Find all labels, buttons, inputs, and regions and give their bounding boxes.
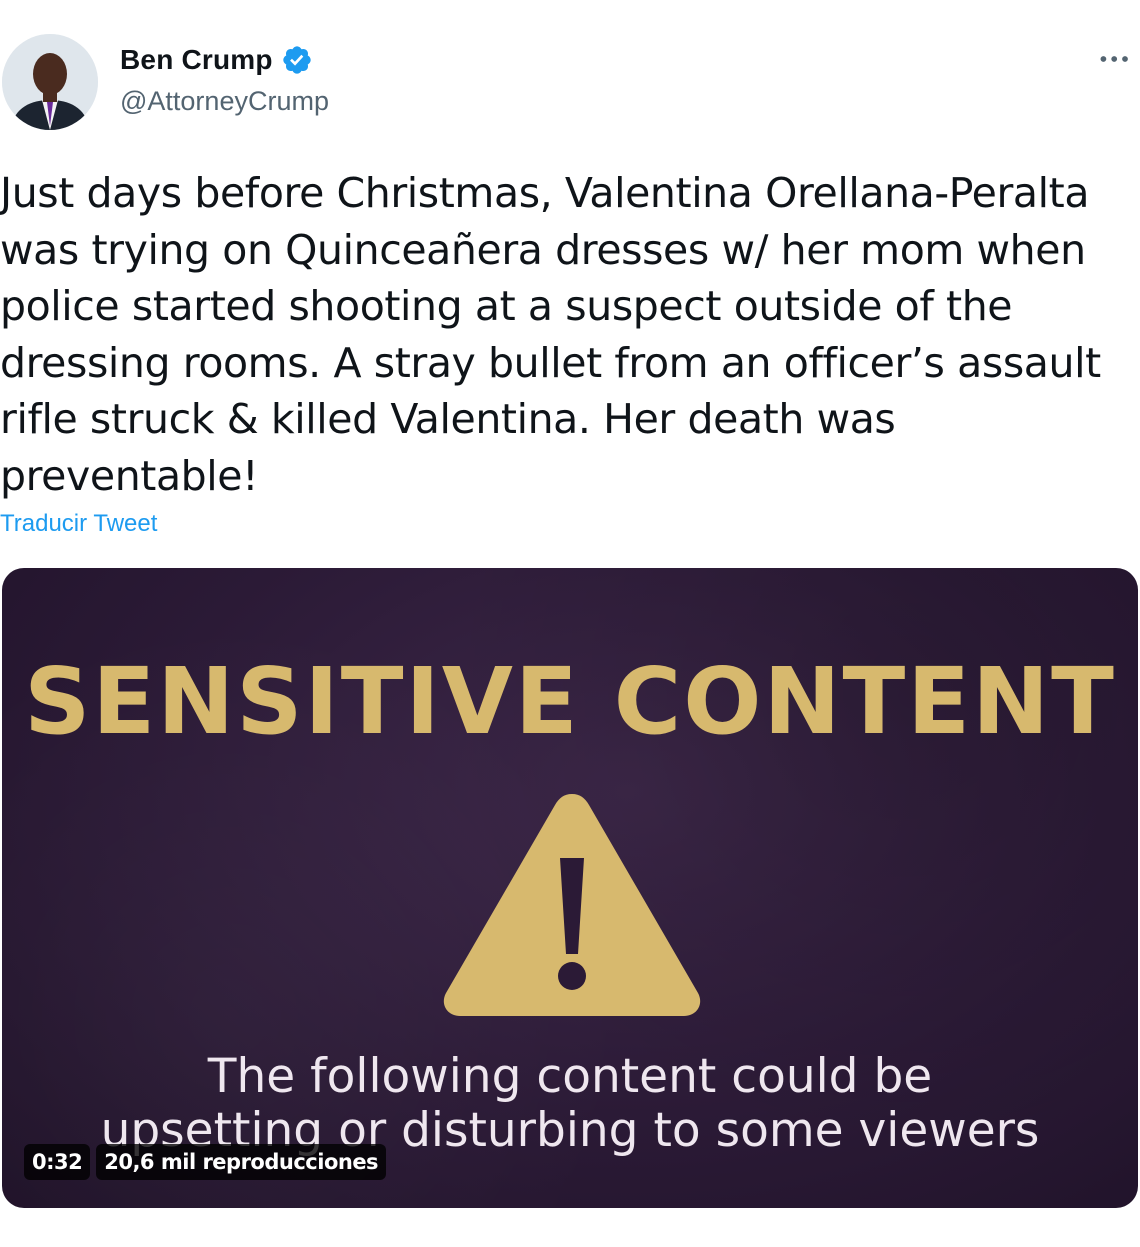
- warning-triangle-icon: [438, 786, 706, 1022]
- video-view-count: 20,6 mil reproducciones: [96, 1144, 387, 1180]
- tweet-text: Just days before Christmas, Valentina Or…: [0, 169, 1101, 500]
- video-duration: 0:32: [24, 1144, 91, 1180]
- more-options-icon[interactable]: [1096, 44, 1136, 74]
- video-media[interactable]: SENSITIVE CONTENT The following content …: [2, 568, 1138, 1208]
- avatar[interactable]: [2, 34, 98, 130]
- subtitle-line-1: The following content could be: [207, 1049, 933, 1104]
- translate-tweet-link[interactable]: Traducir Tweet: [0, 510, 157, 538]
- author-name[interactable]: Ben Crump: [120, 44, 273, 76]
- author-name-row: Ben Crump: [120, 44, 313, 76]
- profile-avatar: [2, 34, 98, 130]
- sensitive-content-subtitle: The following content could be upsetting…: [2, 1050, 1138, 1158]
- verified-badge-icon: [281, 44, 313, 76]
- author-handle[interactable]: @AttorneyCrump: [120, 86, 329, 117]
- video-meta: 0:32 20,6 mil reproducciones: [24, 1144, 387, 1180]
- sensitive-content-title: SENSITIVE CONTENT: [24, 648, 1116, 755]
- tweet-card: Ben Crump @AttorneyCrump Just days befor…: [0, 0, 1140, 1247]
